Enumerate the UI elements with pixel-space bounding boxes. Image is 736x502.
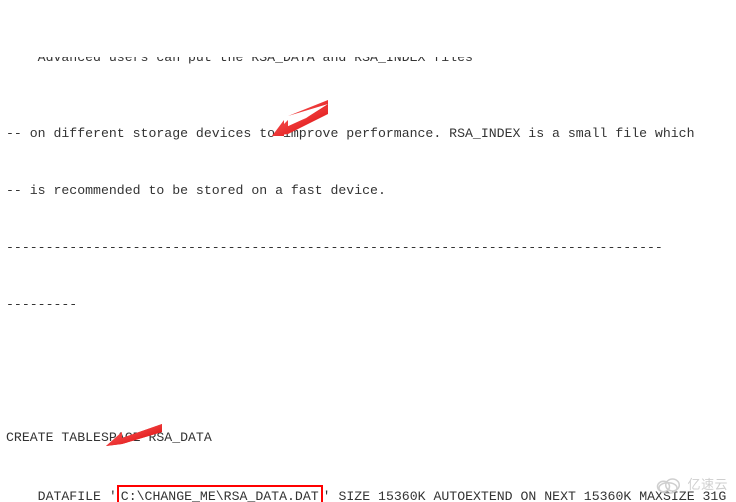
- highlight-rsa-data-path: C:\CHANGE_ME\RSA_DATA.DAT: [117, 485, 323, 502]
- watermark: 亿速云: [653, 475, 728, 494]
- create-tablespace-rsa-data: CREATE TABLESPACE RSA_DATA: [6, 428, 730, 447]
- comment-line: -- on different storage devices to impro…: [6, 124, 730, 143]
- cloud-icon: [653, 476, 683, 494]
- dash-line: ----------------------------------------…: [6, 238, 730, 257]
- datafile-prefix: DATAFILE ': [6, 489, 117, 502]
- datafile-line-1: DATAFILE 'C:\CHANGE_ME\RSA_DATA.DAT' SIZ…: [6, 485, 730, 502]
- sql-script-page: Advanced users can put the RSA_DATA and …: [0, 0, 736, 502]
- comment-line: -- is recommended to be stored on a fast…: [6, 181, 730, 200]
- blank-line: [6, 352, 730, 371]
- dash-line: ---------: [6, 295, 730, 314]
- watermark-text: 亿速云: [687, 475, 728, 494]
- partial-top-line: Advanced users can put the RSA_DATA and …: [6, 57, 730, 67]
